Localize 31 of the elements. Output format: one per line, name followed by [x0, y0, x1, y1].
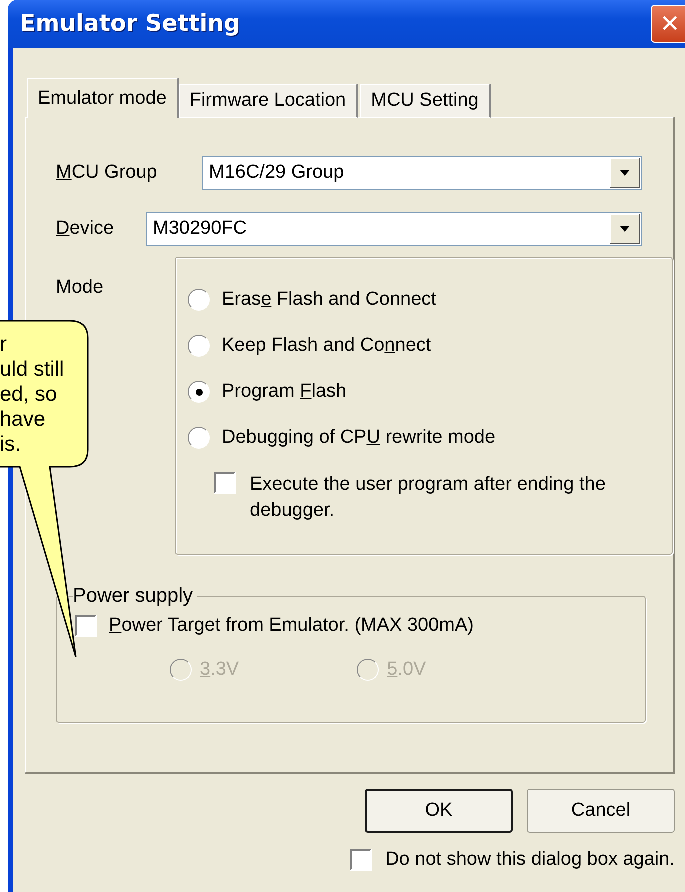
radio-label: Debugging of CPU rewrite mode: [222, 427, 496, 449]
caret-icon: [620, 226, 630, 232]
checkbox[interactable]: [214, 472, 236, 494]
radio-label: Program Flash: [222, 381, 347, 403]
checkbox-label: Execute the user program after ending the debugger.: [250, 473, 607, 523]
tab[interactable]: Firmware Location: [178, 84, 358, 118]
device-dropdown[interactable]: M30290FC: [146, 212, 642, 246]
radio-label: Erase Flash and Connect: [222, 289, 436, 311]
window-title: Emulator Setting: [20, 11, 240, 37]
radio-button[interactable]: [188, 427, 210, 449]
radio-label: 5.0V: [387, 659, 426, 681]
checkbox-label: Power Target from Emulator. (MAX 300mA): [109, 615, 474, 637]
cancel-button[interactable]: Cancel: [527, 789, 675, 833]
group-title: Power supply: [73, 585, 194, 608]
radio-button[interactable]: [188, 289, 210, 311]
device-label: Device: [56, 218, 116, 240]
tab[interactable]: Emulator mode: [27, 78, 179, 118]
checkbox[interactable]: [350, 849, 372, 871]
checkbox[interactable]: [75, 615, 97, 637]
tab[interactable]: MCU Setting: [360, 84, 491, 118]
checkbox-label: Do not show this dialog box again.: [386, 849, 675, 871]
mcu-group-dropdown[interactable]: M16C/29 Group: [202, 156, 642, 190]
ok-button[interactable]: OK: [365, 789, 513, 833]
radio-button[interactable]: [188, 335, 210, 357]
close-button[interactable]: ✕: [651, 5, 685, 43]
mcu-group-label: MCU Group: [56, 162, 158, 184]
callout-text: r uld still ed, so have is.: [0, 332, 64, 457]
caret-icon: [620, 170, 630, 176]
radio-button[interactable]: [188, 381, 210, 403]
radio-label: 3.3V: [200, 659, 240, 681]
radio-label: Keep Flash and Connect: [222, 335, 432, 357]
